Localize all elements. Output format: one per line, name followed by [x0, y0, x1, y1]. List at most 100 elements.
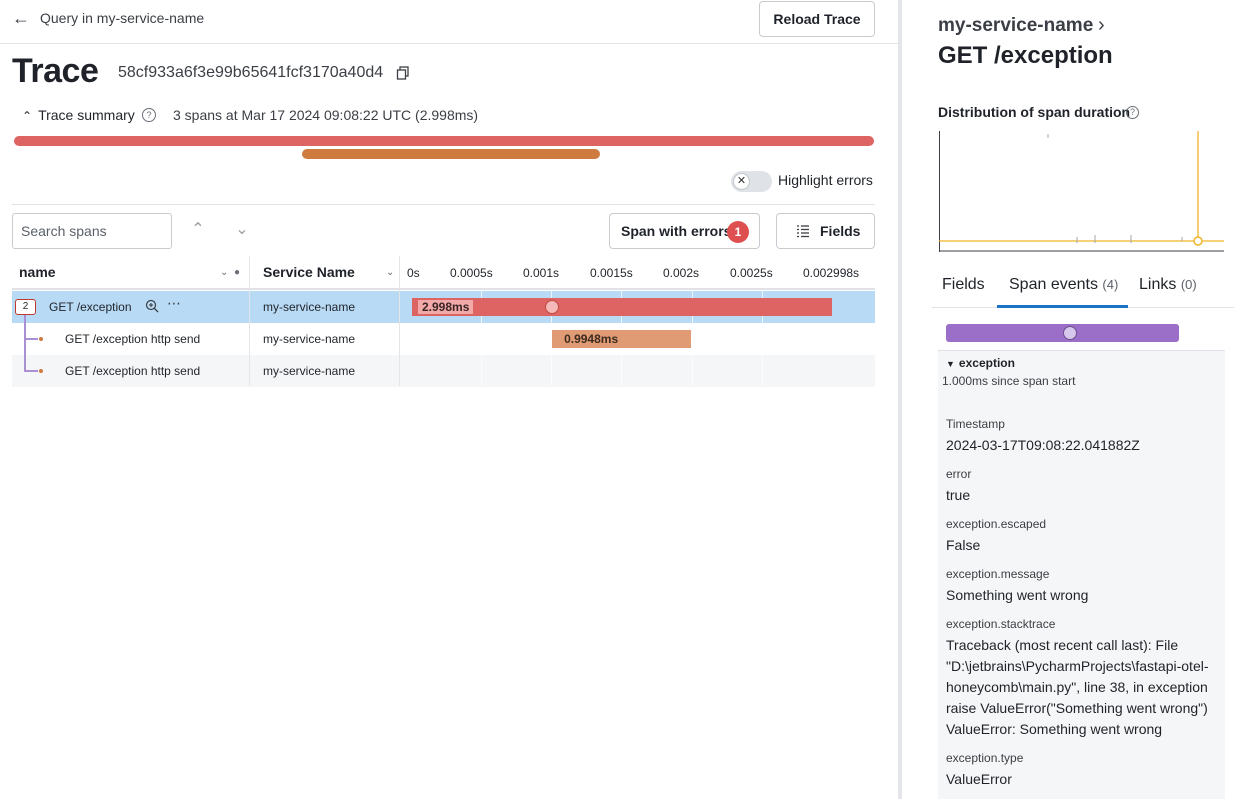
attribute-key: exception.type — [946, 751, 1024, 765]
top-bar: ← Query in my-service-name Reload Trace — [0, 0, 898, 44]
highlight-errors-label: Highlight errors — [778, 172, 873, 188]
tab-count: (0) — [1180, 277, 1197, 292]
event-name[interactable]: ▼ exception — [946, 356, 1015, 370]
span-with-errors-button[interactable]: Span with errors 1 — [609, 213, 760, 249]
help-icon[interactable]: ? — [1126, 106, 1139, 119]
child-count-badge[interactable]: 2 — [15, 299, 36, 315]
trace-summary-text: 3 spans at Mar 17 2024 09:08:22 UTC (2.9… — [173, 107, 479, 123]
span-dot — [39, 337, 43, 341]
sort-icon[interactable]: ⌄ — [220, 267, 228, 278]
timeline-tick: 0.0015s — [590, 266, 633, 280]
span-duration-bar[interactable]: 2.998ms — [412, 298, 832, 316]
tree-connector — [24, 370, 38, 372]
span-event-timeline — [946, 324, 1179, 342]
tab-label: Fields — [942, 276, 985, 293]
minimap-child-span-bar — [302, 149, 600, 159]
span-with-errors-label: Span with errors — [621, 223, 732, 239]
attribute-value: true — [946, 487, 971, 503]
attribute-value: Something went wrong — [946, 587, 1089, 603]
column-header-service[interactable]: Service Name — [263, 264, 355, 280]
attribute-value: 2024-03-17T09:08:22.041882Z — [946, 437, 1140, 453]
tab-span-events[interactable]: Span events (4) — [1009, 276, 1118, 294]
trace-view: ← Query in my-service-name Reload Trace … — [0, 0, 898, 799]
highlight-errors-toggle[interactable]: ✕ — [731, 171, 772, 192]
table-header: name ⌄ ● Service Name ⌄ 0s 0.0005s 0.001… — [12, 256, 875, 290]
span-duration-label: 0.9948ms — [564, 332, 619, 346]
more-icon[interactable]: ⋯ — [167, 295, 182, 312]
event-name-label: exception — [958, 356, 1015, 370]
error-count-badge: 1 — [727, 221, 749, 243]
span-duration-bar[interactable]: 0.9948ms — [552, 330, 692, 348]
pin-icon[interactable]: ● — [234, 267, 240, 278]
copy-icon[interactable] — [396, 66, 410, 80]
table-row[interactable]: GET /exception http send my-service-name — [12, 323, 875, 355]
back-arrow-icon[interactable]: ← — [12, 8, 32, 28]
active-tab-indicator — [997, 305, 1128, 308]
column-header-name[interactable]: name — [19, 264, 56, 280]
tab-label: Span events — [1009, 276, 1098, 293]
divider — [12, 204, 875, 205]
chevron-up-icon[interactable]: ⌃ — [188, 220, 208, 240]
attribute-key: exception.message — [946, 567, 1050, 581]
span-detail-panel: my-service-name › GET /exception Distrib… — [902, 0, 1234, 799]
span-duration-label: 2.998ms — [418, 300, 474, 314]
attribute-key: exception.stacktrace — [946, 617, 1056, 631]
column-divider — [249, 256, 250, 386]
toggle-off-icon: ✕ — [733, 173, 750, 190]
back-link[interactable]: Query in my-service-name — [40, 10, 204, 26]
attribute-key: exception.escaped — [946, 517, 1047, 531]
span-duration-distribution-chart[interactable] — [939, 131, 1224, 252]
page-title: Trace — [12, 52, 99, 90]
fields-button-label: Fields — [820, 223, 861, 239]
timeline-tick: 0.002998s — [803, 266, 860, 280]
distribution-label: Distribution of span duration — [938, 104, 1131, 120]
span-dot — [39, 369, 43, 373]
tab-fields[interactable]: Fields — [942, 276, 985, 294]
timeline-tick: 0.002s — [663, 266, 700, 280]
detail-service-name[interactable]: my-service-name — [938, 15, 1093, 37]
timeline-tick: 0s — [407, 266, 420, 280]
trace-summary-label: Trace summary — [38, 107, 135, 123]
attribute-key: error — [946, 467, 972, 481]
service-name: my-service-name — [263, 332, 356, 346]
detail-tabs: Fields Span events (4) Links (0) — [932, 266, 1234, 308]
tab-label: Links — [1139, 276, 1177, 293]
timeline-tick: 0.0005s — [450, 266, 493, 280]
span-event-marker[interactable] — [1063, 326, 1077, 340]
span-name: GET /exception http send — [65, 364, 201, 378]
detail-span-name: GET /exception — [938, 42, 1113, 69]
zoom-in-icon[interactable] — [145, 299, 159, 313]
chevron-down-icon[interactable]: ⌄ — [232, 220, 252, 240]
tree-connector — [24, 315, 26, 370]
trace-table: name ⌄ ● Service Name ⌄ 0s 0.0005s 0.001… — [12, 256, 875, 387]
tab-links[interactable]: Links (0) — [1139, 276, 1197, 294]
service-name: my-service-name — [263, 300, 356, 314]
table-row[interactable]: GET /exception http send my-service-name — [12, 355, 875, 387]
attribute-value: False — [946, 537, 981, 553]
attribute-value: ValueError — [946, 771, 1012, 787]
columns-icon — [797, 225, 809, 238]
timeline-tick: 0.001s — [523, 266, 560, 280]
reload-trace-button[interactable]: Reload Trace — [759, 1, 875, 37]
caret-down-icon: ▼ — [946, 359, 955, 369]
search-spans-input[interactable] — [12, 213, 172, 249]
fields-button[interactable]: Fields — [776, 213, 875, 249]
help-icon[interactable]: ? — [142, 108, 156, 122]
service-name: my-service-name — [263, 364, 356, 378]
tree-connector — [24, 338, 38, 340]
minimap-root-span-bar — [14, 136, 874, 146]
span-name: GET /exception http send — [65, 332, 201, 346]
span-name: GET /exception — [49, 300, 132, 314]
chevron-up-icon: ⌃ — [22, 109, 33, 123]
tab-count: (4) — [1102, 277, 1119, 292]
trace-id: 58cf933a6f3e99b65641fcf3170a40d4 — [118, 64, 384, 81]
sort-icon[interactable]: ⌄ — [386, 267, 394, 278]
timeline-tick: 0.0025s — [730, 266, 773, 280]
event-since-start: 1.000ms since span start — [942, 374, 1076, 388]
attribute-value: Traceback (most recent call last): File … — [946, 637, 1209, 737]
span-event-details: ▼ exception 1.000ms since span start Time… — [938, 350, 1225, 799]
span-event-marker[interactable] — [545, 300, 560, 314]
column-divider — [399, 256, 400, 386]
chevron-right-icon[interactable]: › — [1098, 14, 1105, 37]
trace-summary-toggle[interactable]: ⌃ Trace summary — [22, 107, 135, 123]
